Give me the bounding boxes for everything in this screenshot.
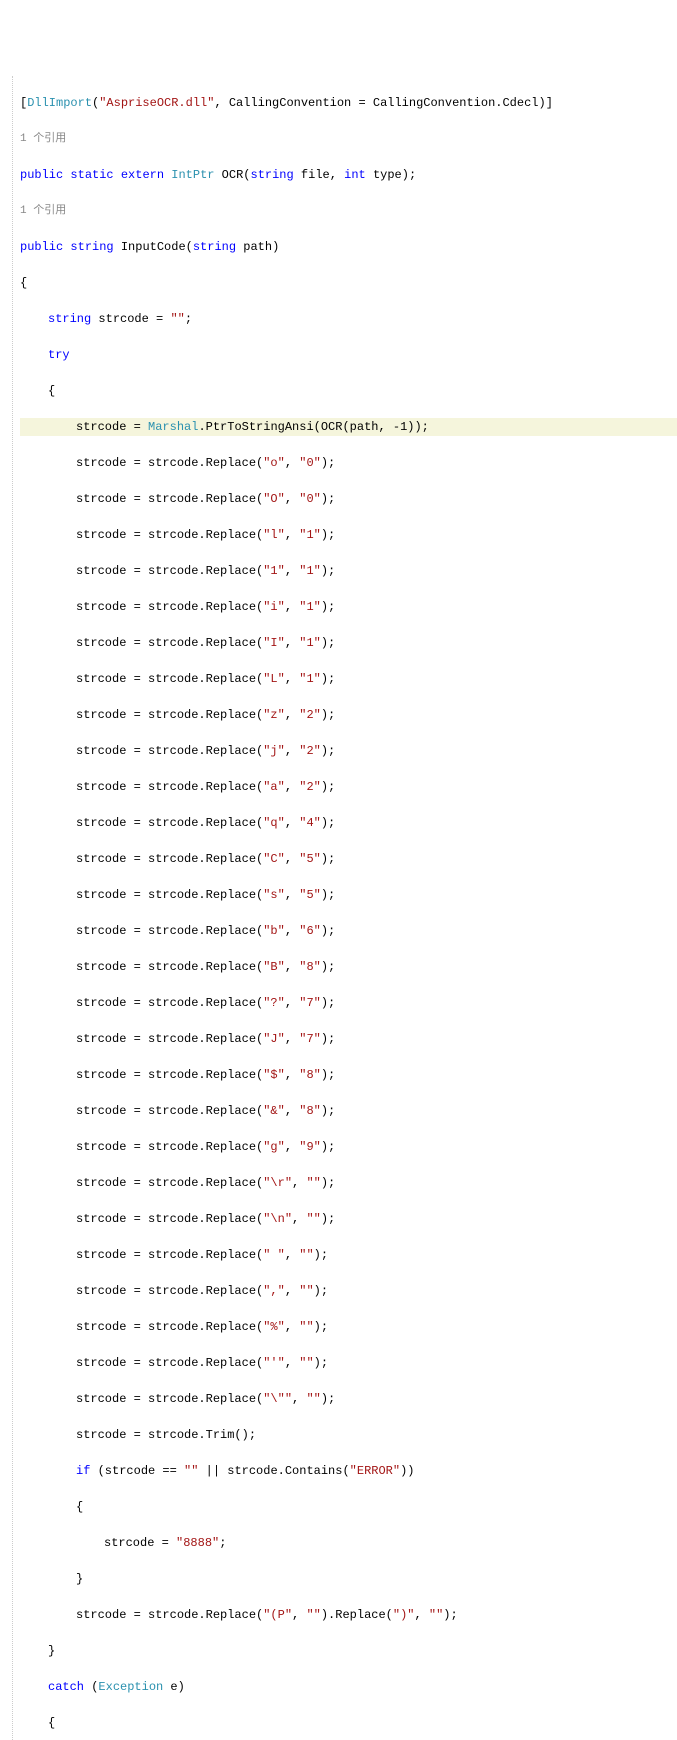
code-line: strcode = strcode.Replace("o", "0"); bbox=[20, 454, 677, 472]
code-line: strcode = strcode.Replace("O", "0"); bbox=[20, 490, 677, 508]
code-line: string strcode = ""; bbox=[20, 310, 677, 328]
code-line-highlighted: strcode = Marshal.PtrToStringAnsi(OCR(pa… bbox=[20, 418, 677, 436]
code-line: strcode = strcode.Replace("q", "4"); bbox=[20, 814, 677, 832]
code-line: strcode = strcode.Replace("s", "5"); bbox=[20, 886, 677, 904]
code-line: strcode = strcode.Replace("L", "1"); bbox=[20, 670, 677, 688]
code-line: } bbox=[20, 1642, 677, 1660]
code-content[interactable]: [DllImport("AspriseOCR.dll", CallingConv… bbox=[20, 76, 677, 1740]
code-line: strcode = strcode.Replace("I", "1"); bbox=[20, 634, 677, 652]
code-line: strcode = strcode.Replace("j", "2"); bbox=[20, 742, 677, 760]
code-line: strcode = strcode.Replace("&", "8"); bbox=[20, 1102, 677, 1120]
code-line: strcode = strcode.Replace(" ", ""); bbox=[20, 1246, 677, 1264]
code-line: strcode = "8888"; bbox=[20, 1534, 677, 1552]
code-line: strcode = strcode.Replace("\r", ""); bbox=[20, 1174, 677, 1192]
code-line: strcode = strcode.Replace("g", "9"); bbox=[20, 1138, 677, 1156]
code-line: { bbox=[20, 1498, 677, 1516]
code-line: strcode = strcode.Replace("z", "2"); bbox=[20, 706, 677, 724]
code-line: strcode = strcode.Replace("C", "5"); bbox=[20, 850, 677, 868]
reference-count[interactable]: 1 个引用 bbox=[20, 130, 677, 148]
code-line: { bbox=[20, 274, 677, 292]
code-line: strcode = strcode.Replace("?", "7"); bbox=[20, 994, 677, 1012]
code-line: strcode = strcode.Replace("l", "1"); bbox=[20, 526, 677, 544]
reference-count[interactable]: 1 个引用 bbox=[20, 202, 677, 220]
code-line: strcode = strcode.Replace("%", ""); bbox=[20, 1318, 677, 1336]
code-line: strcode = strcode.Replace("i", "1"); bbox=[20, 598, 677, 616]
code-line: try bbox=[20, 346, 677, 364]
code-line: if (strcode == "" || strcode.Contains("E… bbox=[20, 1462, 677, 1480]
code-line: [DllImport("AspriseOCR.dll", CallingConv… bbox=[20, 94, 677, 112]
code-editor: [DllImport("AspriseOCR.dll", CallingConv… bbox=[0, 76, 677, 1740]
code-line: strcode = strcode.Replace("B", "8"); bbox=[20, 958, 677, 976]
code-line: strcode = strcode.Replace(",", ""); bbox=[20, 1282, 677, 1300]
code-line: public string InputCode(string path) bbox=[20, 238, 677, 256]
code-line: { bbox=[20, 382, 677, 400]
code-line: public static extern IntPtr OCR(string f… bbox=[20, 166, 677, 184]
code-line: strcode = strcode.Replace("J", "7"); bbox=[20, 1030, 677, 1048]
gutter bbox=[0, 76, 20, 1740]
code-line: catch (Exception e) bbox=[20, 1678, 677, 1696]
code-line: strcode = strcode.Replace("(P", "").Repl… bbox=[20, 1606, 677, 1624]
code-line: strcode = strcode.Trim(); bbox=[20, 1426, 677, 1444]
code-line: strcode = strcode.Replace("\"", ""); bbox=[20, 1390, 677, 1408]
code-line: strcode = strcode.Replace("a", "2"); bbox=[20, 778, 677, 796]
code-line: strcode = strcode.Replace("'", ""); bbox=[20, 1354, 677, 1372]
code-line: strcode = strcode.Replace("b", "6"); bbox=[20, 922, 677, 940]
code-line: strcode = strcode.Replace("\n", ""); bbox=[20, 1210, 677, 1228]
code-line: strcode = strcode.Replace("$", "8"); bbox=[20, 1066, 677, 1084]
code-line: strcode = strcode.Replace("1", "1"); bbox=[20, 562, 677, 580]
code-line: { bbox=[20, 1714, 677, 1732]
code-line: } bbox=[20, 1570, 677, 1588]
